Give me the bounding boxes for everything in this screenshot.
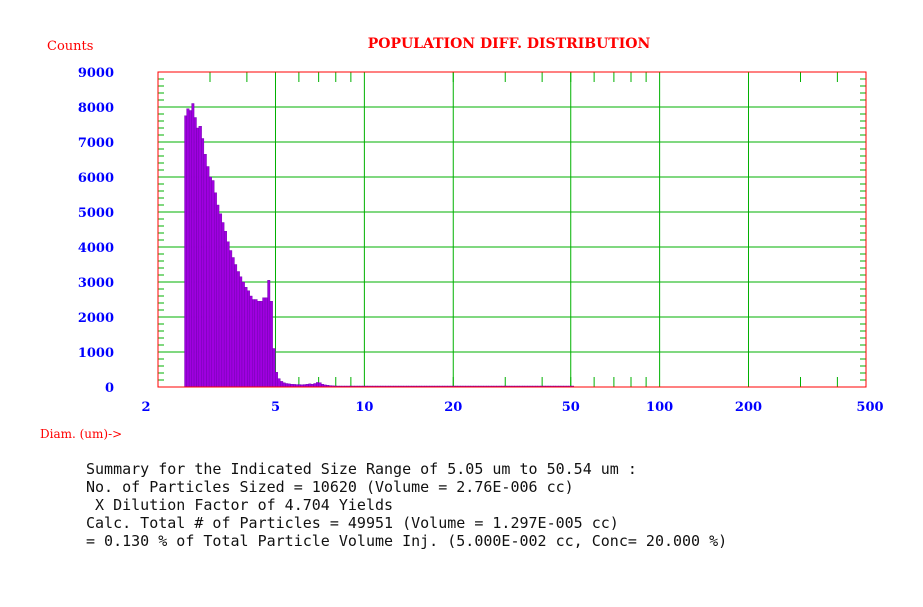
histogram-bar: [223, 231, 227, 388]
histogram-bar: [191, 103, 195, 388]
x-tick-label: 500: [856, 400, 883, 415]
histogram-bar: [203, 154, 207, 388]
histogram-bar: [285, 383, 289, 388]
summary-line-range: Summary for the Indicated Size Range of …: [86, 460, 637, 478]
x-tick-label: 100: [646, 400, 673, 415]
x-tick-label: 10: [355, 400, 373, 415]
histogram-bar: [196, 127, 200, 388]
y-tick-label: 2000: [78, 311, 114, 326]
histogram-bar: [244, 287, 248, 388]
histogram-bar: [239, 276, 243, 388]
summary-line-particles: No. of Particles Sized = 10620 (Volume =…: [86, 478, 574, 496]
histogram-bar: [257, 301, 261, 388]
histogram-bar: [193, 117, 197, 388]
chart-title: POPULATION DIFF. DISTRIBUTION: [368, 36, 651, 52]
x-tick-labels: 2 5 10 20 50 100 200 500: [141, 400, 883, 415]
histogram-bar: [280, 381, 284, 388]
y-tick-label: 1000: [78, 346, 114, 361]
histogram-bar: [211, 180, 215, 388]
histogram-bar: [216, 204, 220, 388]
histogram-bar: [313, 383, 317, 388]
histogram-bar: [282, 382, 286, 388]
histogram-bar: [264, 297, 268, 388]
histogram-bar: [262, 297, 266, 388]
x-tick-label: 50: [562, 400, 580, 415]
summary-line-dilution: X Dilution Factor of 4.704 Yields: [86, 496, 394, 514]
histogram-bar: [318, 382, 322, 388]
y-tick-labels: 9000 8000 7000 6000 5000 4000 3000 2000 1000 0: [78, 66, 114, 396]
histogram-bar: [275, 372, 278, 388]
histogram-bar: [254, 299, 258, 388]
histogram-bar: [231, 257, 235, 388]
summary-line-total: Calc. Total # of Particles = 49951 (Volu…: [86, 514, 619, 532]
x-tick-label: 2: [141, 400, 150, 415]
y-tick-label: 9000: [78, 66, 114, 81]
histogram-bar: [208, 176, 212, 388]
histogram-bar: [272, 348, 276, 388]
histogram-bar: [277, 378, 281, 388]
histogram-bar: [249, 295, 253, 388]
histogram-bar: [247, 290, 250, 388]
x-tick-label: 5: [271, 400, 280, 415]
histogram-bar: [186, 108, 190, 388]
distribution-chart: Counts POPULATION DIFF. DISTRIBUTION Dia…: [40, 36, 884, 441]
histogram-bar: [241, 281, 245, 388]
x-axis-label: Diam. (um)->: [40, 427, 122, 441]
histogram-bar: [234, 264, 238, 388]
y-tick-label: 8000: [78, 101, 114, 116]
histogram-bar: [226, 241, 230, 388]
histogram-bar: [252, 299, 255, 388]
histogram-bar: [229, 250, 233, 388]
histogram-bar: [236, 271, 240, 388]
x-tick-label: 200: [735, 400, 762, 415]
histogram-bar: [198, 126, 202, 388]
summary-block: Summary for the Indicated Size Range of …: [86, 460, 727, 550]
bars: [184, 103, 575, 388]
histogram-bar: [259, 301, 263, 388]
y-tick-label: 0: [105, 381, 114, 396]
y-axis-label: Counts: [47, 39, 93, 54]
y-tick-label: 7000: [78, 136, 114, 151]
histogram-bar: [188, 110, 192, 388]
histogram-bar: [201, 138, 205, 388]
histogram-bar: [269, 301, 273, 388]
histogram-bar: [221, 222, 225, 388]
histogram-bar: [184, 115, 187, 388]
summary-line-percent: = 0.130 % of Total Particle Volume Inj. …: [86, 532, 728, 550]
y-tick-label: 5000: [78, 206, 114, 221]
histogram-bar: [267, 280, 271, 388]
histogram-bar: [213, 192, 217, 388]
y-tick-label: 4000: [78, 241, 114, 256]
y-tick-label: 6000: [78, 171, 114, 186]
histogram-bar: [316, 382, 319, 388]
histogram-bar: [206, 166, 210, 388]
y-tick-label: 3000: [78, 276, 114, 291]
x-tick-label: 20: [444, 400, 462, 415]
histogram-bar: [218, 213, 223, 388]
